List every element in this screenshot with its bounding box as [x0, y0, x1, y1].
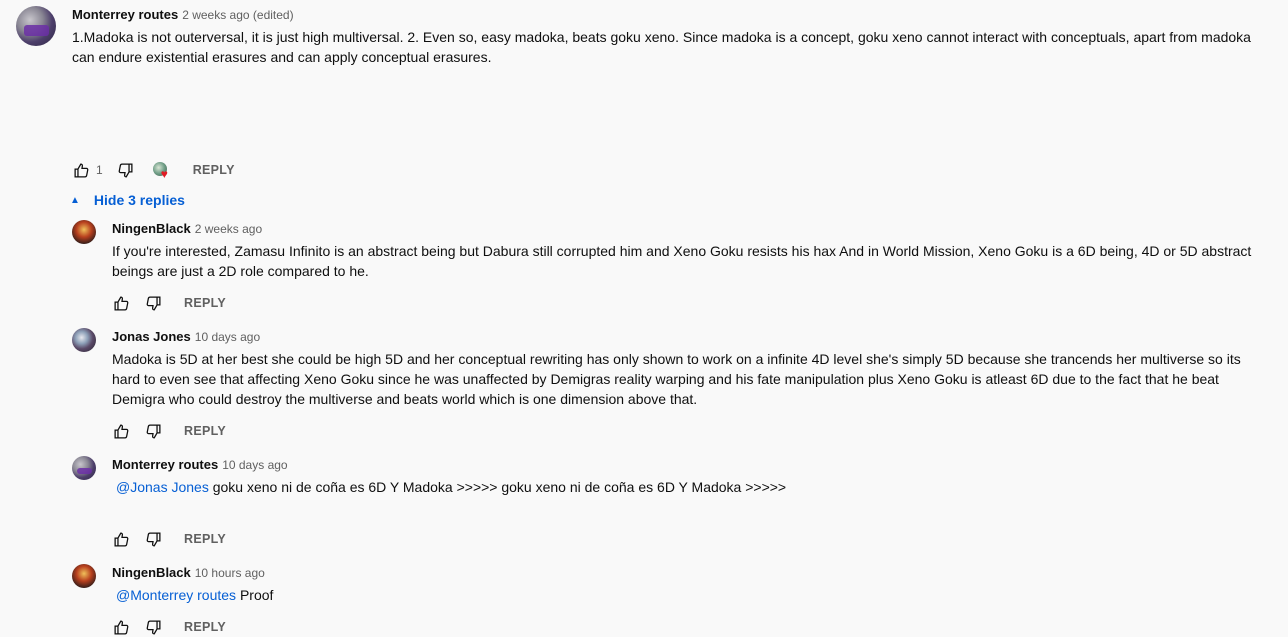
- comment-text: @Jonas Jones goku xeno ni de coña es 6D …: [112, 477, 1252, 497]
- mention-link[interactable]: @Monterrey routes: [116, 587, 236, 603]
- comment-body: Proof: [239, 587, 274, 603]
- comment-body: goku xeno ni de coña es 6D Y Madoka >>>>…: [212, 479, 787, 495]
- comment-header: Monterrey routes 10 days ago: [112, 456, 288, 474]
- thumb-down-icon[interactable]: [144, 530, 162, 548]
- comment-header: Monterrey routes 2 weeks ago (edited): [72, 6, 294, 24]
- mention-link[interactable]: @Jonas Jones: [116, 479, 209, 495]
- thumb-up-icon[interactable]: [112, 294, 130, 312]
- comment-text: Madoka is 5D at her best she could be hi…: [112, 351, 1241, 407]
- chevron-up-icon: ▲: [70, 194, 80, 206]
- thumb-down-icon[interactable]: [144, 294, 162, 312]
- avatar[interactable]: [72, 564, 96, 588]
- thumb-up-icon[interactable]: [112, 422, 130, 440]
- comment-actions: REPLY: [112, 293, 226, 313]
- avatar[interactable]: [16, 6, 56, 46]
- creator-heart-badge: ♥: [152, 162, 169, 181]
- comment-text: 1.Madoka is not outerversal, it is just …: [72, 29, 1251, 65]
- heart-icon: ♥: [160, 167, 168, 181]
- avatar[interactable]: [72, 456, 96, 480]
- thumb-up-icon[interactable]: [112, 618, 130, 636]
- avatar[interactable]: [72, 220, 96, 244]
- comment-actions: REPLY: [112, 617, 226, 637]
- reply-button[interactable]: REPLY: [193, 163, 235, 177]
- comment-header: Jonas Jones 10 days ago: [112, 328, 260, 346]
- author-name[interactable]: NingenBlack: [112, 565, 191, 580]
- thumb-down-icon[interactable]: [144, 422, 162, 440]
- reply-button[interactable]: REPLY: [184, 532, 226, 546]
- timestamp[interactable]: 10 hours ago: [195, 566, 265, 580]
- reply-button[interactable]: REPLY: [184, 424, 226, 438]
- author-name[interactable]: NingenBlack: [112, 221, 191, 236]
- thumb-up-icon[interactable]: [112, 530, 130, 548]
- comment-actions: 1 ♥ REPLY: [72, 160, 235, 180]
- author-name[interactable]: Monterrey routes: [112, 457, 218, 472]
- timestamp[interactable]: 10 days ago: [222, 458, 287, 472]
- timestamp[interactable]: 10 days ago: [195, 330, 260, 344]
- hide-replies-button[interactable]: ▲ Hide 3 replies: [70, 190, 185, 210]
- timestamp[interactable]: 2 weeks ago (edited): [182, 8, 293, 22]
- thumb-up-icon[interactable]: [72, 161, 90, 179]
- comment-text: @Monterrey routes Proof: [112, 585, 1252, 605]
- reply-button[interactable]: REPLY: [184, 620, 226, 634]
- like-count: 1: [96, 163, 103, 177]
- author-name[interactable]: Monterrey routes: [72, 7, 178, 22]
- reply-button[interactable]: REPLY: [184, 296, 226, 310]
- comment-text: If you're interested, Zamasu Infinito is…: [112, 243, 1252, 279]
- hide-replies-label: Hide 3 replies: [93, 192, 185, 208]
- author-name[interactable]: Jonas Jones: [112, 329, 191, 344]
- comment-actions: REPLY: [112, 529, 226, 549]
- avatar[interactable]: [72, 328, 96, 352]
- timestamp[interactable]: 2 weeks ago: [195, 222, 262, 236]
- thumb-down-icon[interactable]: [117, 161, 135, 179]
- comment-header: NingenBlack 2 weeks ago: [112, 220, 262, 238]
- thumb-down-icon[interactable]: [144, 618, 162, 636]
- comment-actions: REPLY: [112, 421, 226, 441]
- comment-header: NingenBlack 10 hours ago: [112, 564, 265, 582]
